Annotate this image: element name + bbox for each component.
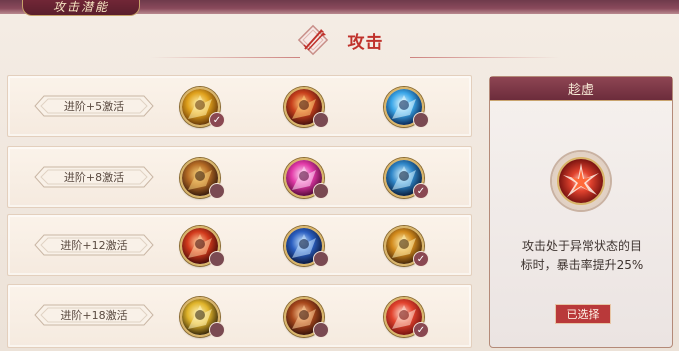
skill-description-line2: 标时，暴击率提升25%: [520, 258, 644, 272]
panel-title: 趁虚: [490, 77, 672, 101]
arrows-emblem-icon: [296, 23, 330, 57]
unlock-tier-row: 进阶+12激活 ✓: [7, 214, 472, 276]
tab-label: 攻击潜能: [52, 0, 109, 14]
section-header: 攻击: [0, 18, 679, 62]
skill-description: 攻击处于异常状态的目 标时，暴击率提升25%: [500, 237, 664, 275]
tier-label-text: 进阶+12激活: [60, 239, 128, 252]
skill-detail-panel: 趁虚 攻击处于异常状态的目 标时，暴击率提升25% 已选择: [489, 76, 673, 348]
tier-label: 进阶+18激活: [34, 304, 154, 326]
tier-label: 进阶+5激活: [34, 95, 154, 117]
header-title: 攻击: [347, 32, 384, 53]
selected-check-icon: ✓: [413, 322, 429, 338]
tier-label-text: 进阶+8激活: [63, 171, 125, 184]
tier-label: 进阶+8激活: [34, 166, 154, 188]
selected-skill-frame: [552, 152, 610, 210]
unlock-tier-row: 进阶+8激活 ✓: [7, 146, 472, 208]
tier-label-text: 进阶+5激活: [63, 100, 125, 113]
locked-dot-icon: [313, 183, 329, 199]
selected-check-icon: ✓: [413, 183, 429, 199]
skill-description-line1: 攻击处于异常状态的目: [521, 239, 642, 253]
selected-button[interactable]: 已选择: [555, 304, 611, 324]
tier-label-text: 进阶+18激活: [60, 309, 128, 322]
selected-check-icon: ✓: [413, 251, 429, 267]
header-divider-left: [150, 57, 300, 58]
selected-check-icon: ✓: [209, 112, 225, 128]
locked-dot-icon: [209, 183, 225, 199]
locked-dot-icon: [413, 112, 429, 128]
locked-dot-icon: [209, 251, 225, 267]
header-divider-right: [410, 57, 560, 58]
locked-dot-icon: [313, 322, 329, 338]
locked-dot-icon: [313, 251, 329, 267]
unlock-tier-row: 进阶+18激活 ✓: [7, 284, 472, 348]
tab-attack-potential[interactable]: 攻击潜能: [22, 0, 140, 16]
locked-dot-icon: [209, 322, 225, 338]
locked-dot-icon: [313, 112, 329, 128]
unlock-tier-row: 进阶+5激活 ✓: [7, 75, 472, 137]
tier-label: 进阶+12激活: [34, 234, 154, 256]
red-burst-skill-icon: [557, 157, 605, 205]
